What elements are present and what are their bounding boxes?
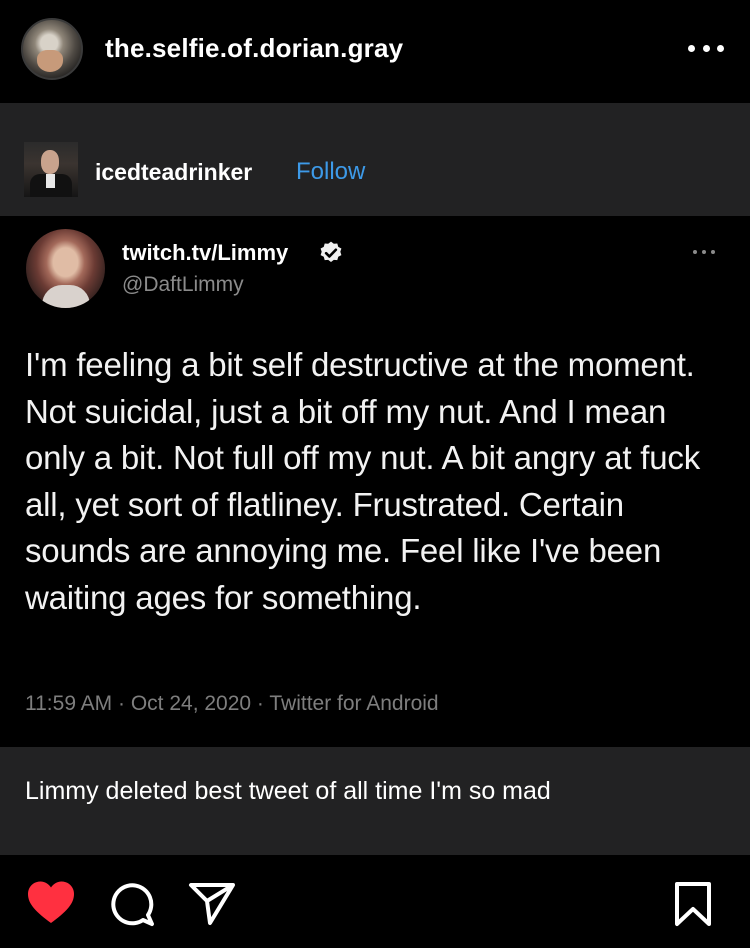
action-bar: [0, 855, 750, 948]
follow-link: Follow: [296, 158, 366, 185]
more-options-icon[interactable]: [688, 38, 724, 58]
post-image[interactable]: icedteadrinker Follow twitch.tv/Limmy @D…: [0, 103, 750, 855]
bookmark-icon[interactable]: [674, 881, 712, 927]
poster-avatar[interactable]: [21, 18, 83, 80]
tweet-card: twitch.tv/Limmy @DaftLimmy I'm feeling a…: [0, 216, 750, 747]
tweet-display-name: twitch.tv/Limmy: [122, 240, 289, 265]
tweet-timestamp: 11:59 AM · Oct 24, 2020 · Twitter for An…: [25, 692, 439, 715]
poster-username[interactable]: the.selfie.of.dorian.gray: [105, 33, 403, 64]
verified-badge-icon: [320, 241, 342, 262]
heart-icon[interactable]: [26, 880, 76, 924]
tweet-avatar: [26, 229, 105, 308]
tweet-more-icon: [693, 250, 715, 256]
image-caption: Limmy deleted best tweet of all time I'm…: [25, 777, 551, 805]
repost-username: icedteadrinker: [95, 159, 253, 185]
repost-avatar: [24, 142, 78, 197]
tweet-text: I'm feeling a bit self destructive at th…: [25, 346, 701, 616]
comment-icon[interactable]: [109, 881, 155, 927]
post-header: the.selfie.of.dorian.gray: [0, 0, 750, 103]
send-icon[interactable]: [188, 882, 236, 926]
repost-bar: icedteadrinker Follow: [0, 142, 750, 216]
tweet-handle: @DaftLimmy: [122, 273, 244, 296]
